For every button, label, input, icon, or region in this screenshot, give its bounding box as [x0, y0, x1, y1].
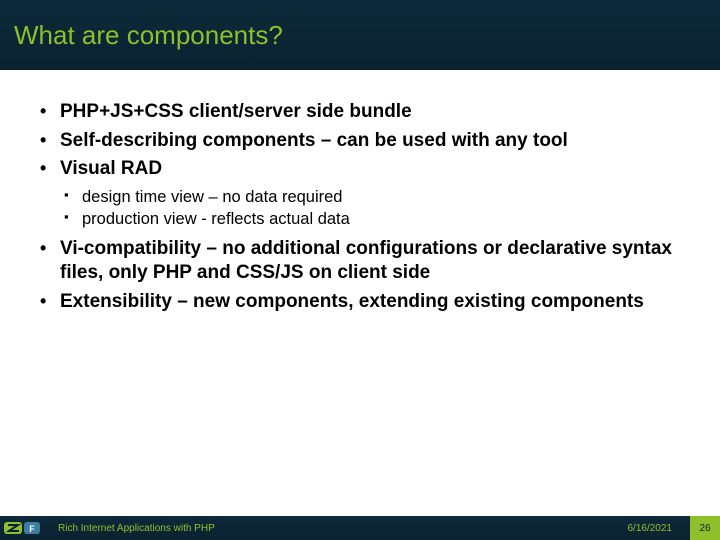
bullet-text: PHP+JS+CSS client/server side bundle: [60, 101, 412, 122]
footer: F Rich Internet Applications with PHP 6/…: [0, 516, 720, 540]
slide-content: PHP+JS+CSS client/server side bundle Sel…: [0, 70, 720, 315]
bullet-text: Vi-compatibility – no additional configu…: [60, 238, 672, 284]
bullet-item: Self-describing components – can be used…: [34, 129, 690, 154]
sub-bullet-list: design time view – no data required prod…: [60, 186, 690, 231]
title-bar: What are components?: [0, 0, 720, 70]
sub-bullet-text: design time view – no data required: [82, 188, 343, 206]
bullet-item: Extensibility – new components, extendin…: [34, 290, 690, 315]
bullet-item: PHP+JS+CSS client/server side bundle: [34, 100, 690, 125]
slide-title: What are components?: [14, 20, 283, 51]
footer-date: 6/16/2021: [628, 523, 673, 534]
footer-page-number: 26: [690, 516, 720, 540]
svg-text:F: F: [29, 524, 35, 534]
bullet-text: Extensibility – new components, extendin…: [60, 291, 644, 312]
bullet-text: Self-describing components – can be used…: [60, 130, 568, 151]
slide: What are components? PHP+JS+CSS client/s…: [0, 0, 720, 540]
bullet-text: Visual RAD: [60, 158, 162, 179]
sub-bullet-text: production view - reflects actual data: [82, 210, 350, 228]
bullet-list: PHP+JS+CSS client/server side bundle Sel…: [34, 100, 690, 315]
bullet-item: Vi-compatibility – no additional configu…: [34, 237, 690, 286]
sub-bullet-item: design time view – no data required: [60, 186, 690, 208]
bullet-item: Visual RAD design time view – no data re…: [34, 157, 690, 230]
footer-title: Rich Internet Applications with PHP: [58, 523, 628, 534]
sub-bullet-item: production view - reflects actual data: [60, 208, 690, 230]
zend-logo-icon: F: [0, 516, 46, 540]
